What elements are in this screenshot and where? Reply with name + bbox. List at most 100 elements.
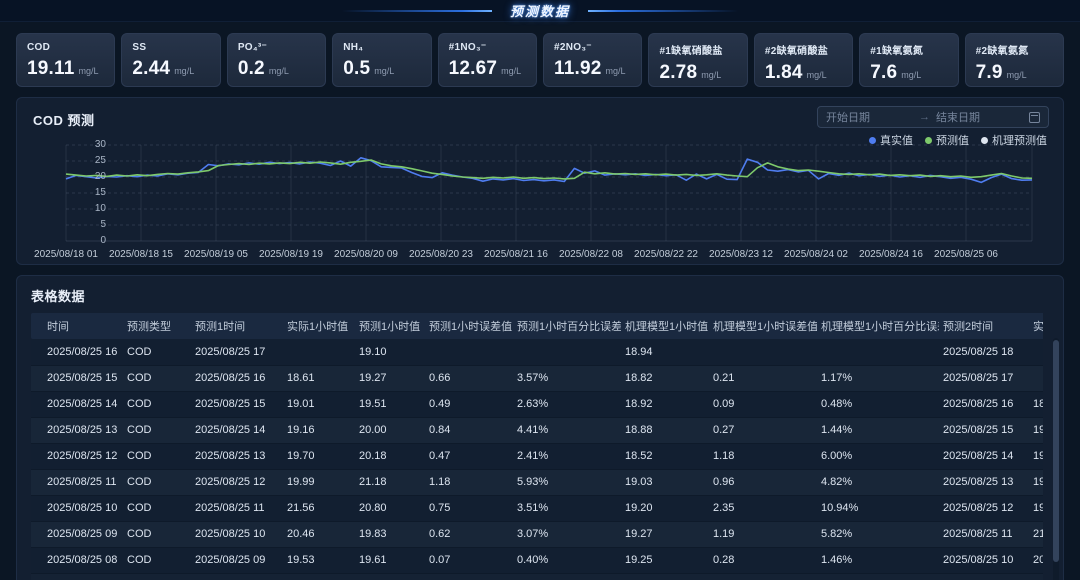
table-row: 2025/08/25 15COD2025/08/25 1618.6119.270… [31, 365, 1043, 391]
column-header: 实际2小时值 [1029, 313, 1043, 339]
table-cell: 19.51 [355, 391, 425, 417]
metric-value: 0.5 [343, 58, 370, 80]
x-axis-label: 2025/08/18 15 [99, 249, 183, 260]
table-row: 2025/08/25 10COD2025/08/25 1121.5620.800… [31, 495, 1043, 521]
table-cell: 20.46 [1029, 547, 1043, 573]
x-axis-label: 2025/08/19 05 [174, 249, 258, 260]
table-cell: 18.52 [621, 443, 709, 469]
table-scroll-area[interactable]: 时间预测类型预测1时间实际1小时值预测1小时值预测1小时误差值预测1小时百分比误… [31, 313, 1043, 580]
table-cell: 0.48% [817, 391, 939, 417]
table-cell: COD [123, 443, 191, 469]
start-date-input[interactable]: 开始日期 [826, 109, 913, 125]
x-axis-label: 2025/08/24 02 [774, 249, 858, 260]
y-axis-label: 15 [70, 187, 106, 198]
table-cell: COD [123, 417, 191, 443]
scrollbar-thumb[interactable] [1053, 340, 1059, 562]
table-cell [1029, 339, 1043, 365]
table-row: 2025/08/25 14COD2025/08/25 1519.0119.510… [31, 391, 1043, 417]
table-row: 2025/08/25 12COD2025/08/25 1319.7020.180… [31, 443, 1043, 469]
table-cell: 2025/08/25 17 [939, 365, 1029, 391]
table-cell: 2025/08/25 16 [31, 339, 123, 365]
table-row: 2025/08/25 07COD2025/08/25 0819.7519.530… [31, 573, 1043, 580]
table-cell: 2025/08/25 10 [939, 547, 1029, 573]
range-arrow-icon: → [919, 111, 930, 123]
table-cell: 2025/08/25 17 [191, 339, 283, 365]
metric-card: #1缺氧氨氮 7.6 mg/L [859, 33, 958, 87]
table-cell: 0.62 [425, 521, 513, 547]
y-axis-label: 0 [70, 235, 106, 246]
table-cell: 2025/08/25 09 [939, 573, 1029, 580]
table-cell: 2025/08/25 12 [939, 495, 1029, 521]
table-cell: 18.61 [1029, 391, 1043, 417]
table-cell: 2025/08/25 11 [191, 495, 283, 521]
table-header-row: 时间预测类型预测1时间实际1小时值预测1小时值预测1小时误差值预测1小时百分比误… [31, 313, 1043, 339]
date-range-picker[interactable]: 开始日期 → 结束日期 [817, 106, 1049, 128]
metric-card: #2缺氧硝酸盐 1.84 mg/L [754, 33, 853, 87]
table-cell: 2025/08/25 10 [31, 495, 123, 521]
table-cell: 4.41% [513, 417, 621, 443]
column-header: 实际1小时值 [283, 313, 355, 339]
table-cell: 0.66 [425, 365, 513, 391]
metric-unit: mg/L [269, 66, 289, 76]
calendar-icon[interactable] [1029, 112, 1040, 123]
chart-panel: COD 预测 开始日期 → 结束日期 真实值预测值机理预测值 051015202… [16, 97, 1064, 265]
table-cell: 19.53 [283, 547, 355, 573]
table-cell: 19.83 [355, 521, 425, 547]
table-cell: 2025/08/25 18 [939, 339, 1029, 365]
column-header: 预测1小时误差值 [425, 313, 513, 339]
metric-unit: mg/L [901, 70, 921, 80]
table-cell [817, 339, 939, 365]
table-cell: 2025/08/25 14 [31, 391, 123, 417]
table-cell: 21.56 [283, 495, 355, 521]
chart-canvas [66, 145, 1032, 241]
metric-label: #1NO₃⁻ [449, 42, 526, 53]
table-cell: 2025/08/25 10 [191, 521, 283, 547]
table-cell: 0.40% [513, 547, 621, 573]
table-cell [709, 339, 817, 365]
table-cell: 1.18 [425, 469, 513, 495]
table-cell: 0.84 [425, 417, 513, 443]
table-cell: 2.41% [513, 443, 621, 469]
table-cell: 2025/08/25 16 [191, 365, 283, 391]
table-cell: 19.61 [355, 547, 425, 573]
column-header: 机理模型1小时值 [621, 313, 709, 339]
table-cell: 19.01 [283, 391, 355, 417]
table-scrollbar[interactable] [1053, 338, 1059, 580]
metric-label: #1缺氧氨氮 [870, 42, 947, 57]
metric-card: NH₄ 0.5 mg/L [332, 33, 431, 87]
table-cell: 3.51% [513, 495, 621, 521]
table-cell: 2025/08/25 12 [31, 443, 123, 469]
metric-value: 19.11 [27, 58, 75, 80]
table-cell: 2025/08/25 08 [191, 573, 283, 580]
table-cell: 2025/08/25 07 [31, 573, 123, 580]
column-header: 预测1时间 [191, 313, 283, 339]
table-cell: 19.99 [283, 469, 355, 495]
table-cell: COD [123, 495, 191, 521]
table-cell: 6.00% [817, 443, 939, 469]
metric-card: #2缺氧氨氮 7.9 mg/L [965, 33, 1064, 87]
table-cell: COD [123, 521, 191, 547]
table-cell: 2.63% [513, 391, 621, 417]
metric-unit: mg/L [1007, 70, 1027, 80]
end-date-input[interactable]: 结束日期 [936, 109, 1023, 125]
metric-unit: mg/L [174, 66, 194, 76]
table-cell: 5.93% [513, 469, 621, 495]
table-title: 表格数据 [31, 286, 1049, 305]
table-cell: 2025/08/25 12 [191, 469, 283, 495]
table-row: 2025/08/25 16COD2025/08/25 1719.1018.942… [31, 339, 1043, 365]
metric-card: #1缺氧硝酸盐 2.78 mg/L [648, 33, 747, 87]
table-cell: 1.12% [513, 573, 621, 580]
table-cell: 2025/08/25 13 [31, 417, 123, 443]
table-cell: 19.70 [1029, 469, 1043, 495]
y-axis-label: 5 [70, 219, 106, 230]
metric-value: 7.9 [976, 62, 1003, 84]
table-cell: 2025/08/25 11 [939, 521, 1029, 547]
table-cell: 19.31 [621, 573, 709, 580]
table-cell: 0.96 [709, 469, 817, 495]
table-cell: 19.16 [283, 417, 355, 443]
table-cell [513, 339, 621, 365]
table-cell: 0.44 [709, 573, 817, 580]
metric-label: #2缺氧硝酸盐 [765, 42, 842, 57]
metric-label: COD [27, 42, 104, 53]
table-cell: 2025/08/25 15 [191, 391, 283, 417]
